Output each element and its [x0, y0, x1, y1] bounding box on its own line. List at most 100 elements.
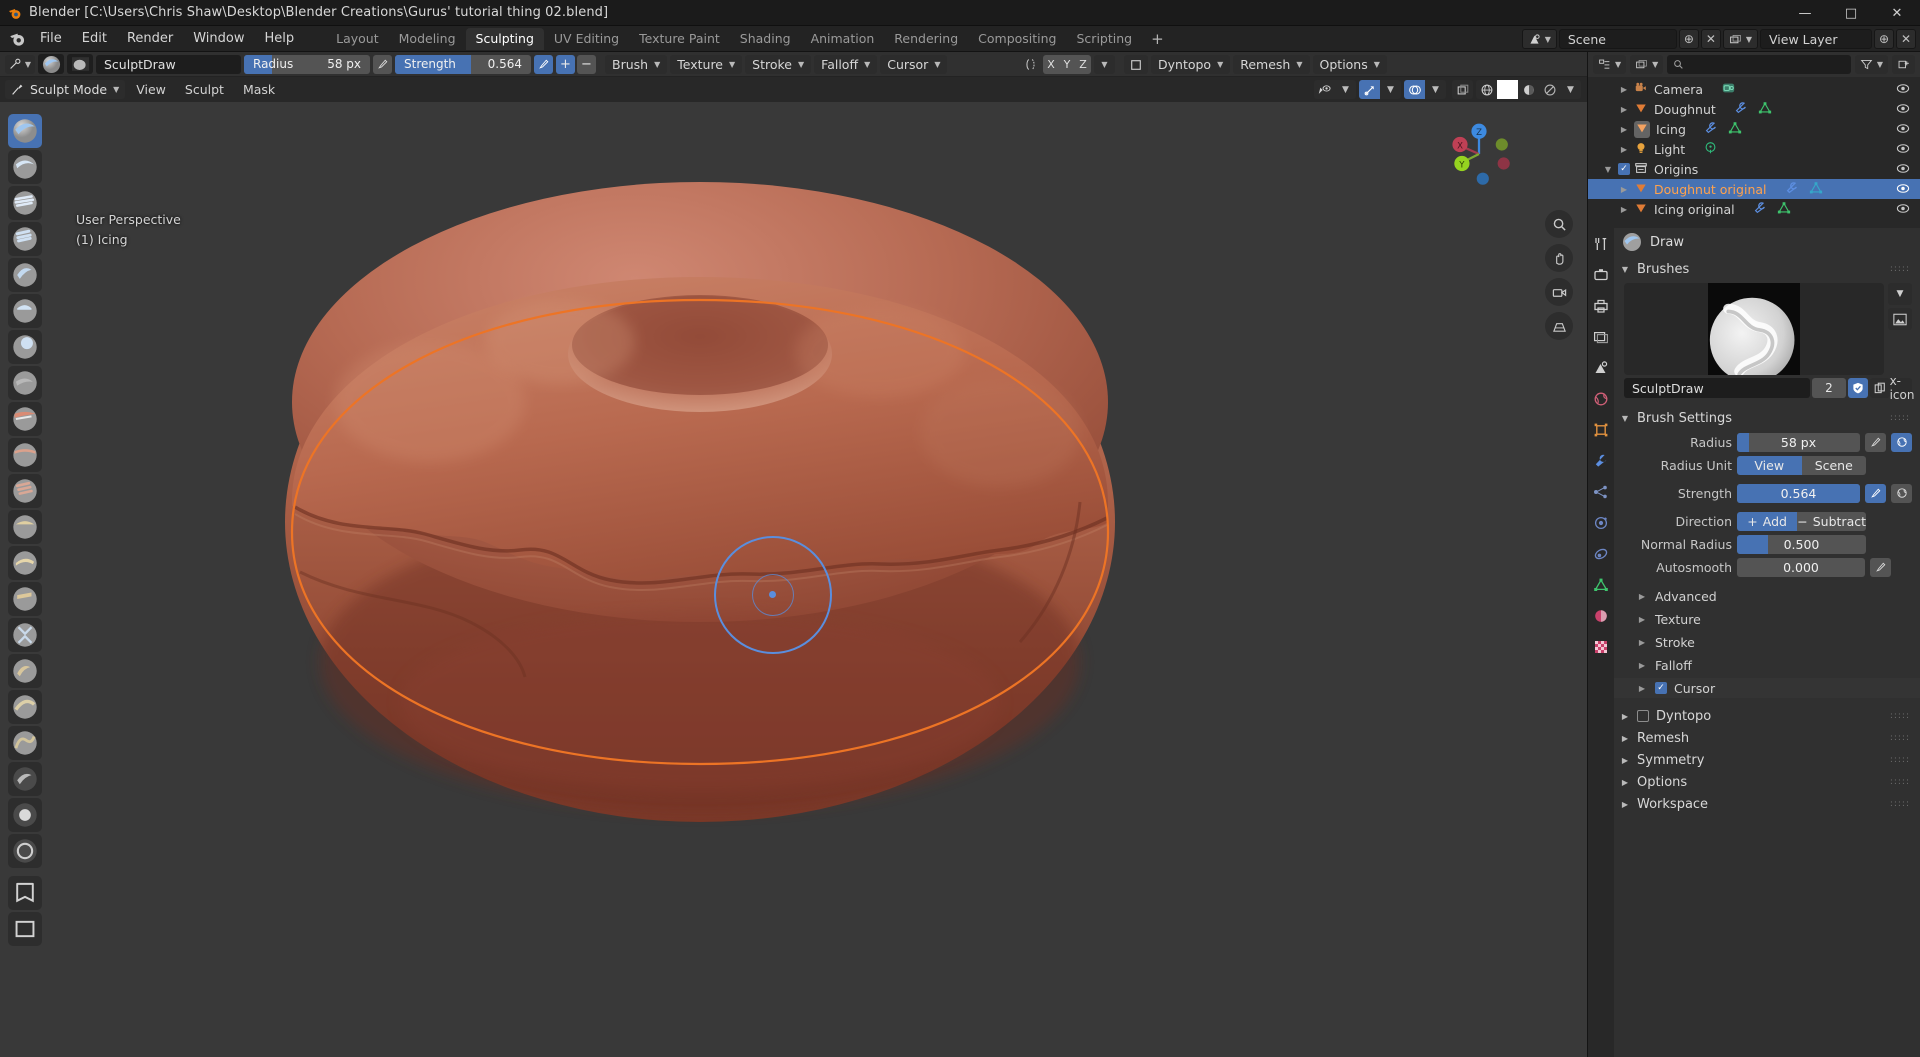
outliner-row-icing-original[interactable]: ▶ Icing original [1588, 199, 1920, 219]
remove-viewlayer-button[interactable]: ✕ [1896, 29, 1916, 49]
tool-grab[interactable] [8, 654, 42, 688]
panel-header-options[interactable]: ▶ Options ::::: [1614, 771, 1920, 793]
radius-pressure-toggle[interactable] [373, 54, 392, 74]
visibility-eye-icon[interactable] [1896, 142, 1910, 157]
menu-render[interactable]: Render [118, 29, 182, 49]
expand-triangle-icon[interactable]: ▶ [1618, 125, 1630, 134]
properties-tab-texture[interactable] [1591, 637, 1611, 657]
strength-unified-toggle[interactable] [1891, 483, 1912, 503]
radius-slider[interactable]: Radius 58 px [244, 54, 370, 74]
xray-icon[interactable] [1452, 80, 1473, 99]
tool-draw-sharp[interactable] [8, 150, 42, 184]
brush-name-field[interactable]: SculptDraw [1624, 378, 1810, 398]
outliner-display-mode-dropdown[interactable]: ▼ [1630, 55, 1664, 74]
unlink-scene-button[interactable]: ✕ [1700, 29, 1721, 49]
viewport-menu-sculpt[interactable]: Sculpt [177, 80, 232, 99]
autosmooth-pressure-toggle[interactable] [1870, 557, 1891, 577]
properties-tab-particles[interactable] [1591, 482, 1611, 502]
strength-pressure-toggle[interactable] [534, 54, 553, 74]
outliner-filter-dropdown[interactable]: ▼ [1854, 55, 1888, 74]
strength-slider[interactable]: 0.564 [1737, 483, 1860, 503]
tool-fill[interactable] [8, 510, 42, 544]
falloff-menu-dropdown[interactable]: Falloff ▼ [814, 54, 878, 74]
tool-clay-strips[interactable] [8, 222, 42, 256]
overlays-chevron-down-icon[interactable]: ▼ [1425, 80, 1446, 99]
viewlayer-browse-dropdown[interactable]: ▼ [1722, 29, 1758, 49]
light-data-badge-icon[interactable] [1703, 141, 1718, 158]
brush-texture-thumb[interactable] [67, 54, 93, 74]
panel-header-brush-settings[interactable]: ▼ Brush Settings ::::: [1614, 407, 1920, 429]
toggle-perspective-button[interactable] [1545, 312, 1573, 340]
shading-chevron-down-icon[interactable]: ▼ [1560, 80, 1581, 99]
mesh-data-badge-icon[interactable] [1758, 101, 1772, 118]
visibility-eye-icon[interactable] [1896, 82, 1910, 97]
direction-subtract-button[interactable]: − Subtract [1797, 511, 1866, 531]
panel-header-workspace[interactable]: ▶ Workspace ::::: [1614, 793, 1920, 815]
direction-add-button[interactable]: + Add [1737, 511, 1798, 531]
outliner-row-origins[interactable]: ▼ ✓ Origins [1588, 159, 1920, 179]
outliner-search-input[interactable] [1667, 55, 1851, 74]
panel-header-dyntopo[interactable]: ▶ Dyntopo ::::: [1614, 705, 1920, 727]
tool-thumb[interactable] [8, 762, 42, 796]
subpanel-falloff[interactable]: ▶ Falloff [1614, 655, 1920, 675]
tool-nudge[interactable] [8, 834, 42, 868]
brush-menu-dropdown[interactable]: Brush ▼ [605, 54, 668, 74]
tool-pinch[interactable] [8, 618, 42, 652]
visibility-eye-icon[interactable] [1896, 122, 1910, 137]
menu-file[interactable]: File [31, 29, 71, 49]
dyntopo-checkbox[interactable] [1637, 710, 1649, 722]
symmetry-axis-x[interactable]: X [1043, 55, 1059, 74]
camera-view-button[interactable] [1545, 278, 1573, 306]
subpanel-advanced[interactable]: ▶ Advanced [1614, 586, 1920, 606]
visibility-eye-icon[interactable] [1896, 202, 1910, 217]
properties-tab-object[interactable] [1591, 420, 1611, 440]
tool-multiplane-scrape[interactable] [8, 582, 42, 616]
brush-preview-grid[interactable] [1624, 283, 1884, 375]
dyntopo-dropdown[interactable]: Dyntopo ▼ [1151, 55, 1231, 74]
add-workspace-button[interactable]: + [1142, 30, 1173, 48]
panel-header-symmetry[interactable]: ▶ Symmetry ::::: [1614, 749, 1920, 771]
tool-elastic-deform[interactable] [8, 690, 42, 724]
workspace-tab-shading[interactable]: Shading [730, 28, 801, 50]
direction-add-button[interactable]: + [556, 54, 575, 74]
properties-tab-modifiers[interactable] [1591, 451, 1611, 471]
subpanel-stroke[interactable]: ▶ Stroke [1614, 632, 1920, 652]
strength-pressure-toggle[interactable] [1865, 483, 1886, 503]
duplicate-brush-button[interactable] [1870, 378, 1890, 398]
expand-triangle-icon[interactable]: ▶ [1618, 145, 1630, 154]
brush-preview-image-button[interactable] [1888, 308, 1912, 330]
outliner-row-doughnut-original[interactable]: ▶ Doughnut original [1588, 179, 1920, 199]
outliner-row-doughnut[interactable]: ▶ Doughnut [1588, 99, 1920, 119]
tool-pose[interactable] [8, 798, 42, 832]
navigation-gizmo[interactable]: Z X Y [1441, 116, 1517, 192]
tiling-toggle[interactable] [1124, 55, 1148, 74]
strength-slider[interactable]: Strength 0.564 [395, 54, 531, 74]
brush-preview-thumb[interactable] [38, 54, 64, 74]
expand-triangle-icon[interactable]: ▶ [1618, 105, 1630, 114]
properties-tab-view-layer[interactable] [1591, 327, 1611, 347]
collapse-triangle-icon[interactable]: ▼ [1602, 165, 1614, 174]
shading-rendered-icon[interactable] [1539, 80, 1560, 99]
properties-tab-physics[interactable] [1591, 513, 1611, 533]
visibility-eye-icon[interactable] [1896, 162, 1910, 177]
workspace-tab-sculpting[interactable]: Sculpting [465, 27, 544, 50]
tool-scrape[interactable] [8, 546, 42, 580]
symmetry-extra-dropdown[interactable]: ▼ [1094, 55, 1115, 74]
autosmooth-slider[interactable]: 0.000 [1737, 557, 1865, 577]
workspace-tab-uv-editing[interactable]: UV Editing [544, 28, 629, 50]
visibility-chevron-down-icon[interactable]: ▼ [1335, 80, 1356, 99]
outliner-new-collection-button[interactable] [1892, 55, 1915, 74]
menu-window[interactable]: Window [184, 29, 253, 49]
workspace-tab-scripting[interactable]: Scripting [1067, 28, 1143, 50]
expand-triangle-icon[interactable]: ▶ [1618, 205, 1630, 214]
stroke-menu-dropdown[interactable]: Stroke ▼ [745, 54, 812, 74]
outliner-editor-type-dropdown[interactable]: ▼ [1593, 55, 1627, 74]
gizmo-toggle-icon[interactable] [1359, 80, 1380, 99]
active-tool-icon[interactable]: ▼ [5, 54, 35, 74]
properties-tab-material[interactable] [1591, 606, 1611, 626]
viewlayer-name-field[interactable]: View Layer [1760, 29, 1872, 49]
properties-tab-constraints[interactable] [1591, 544, 1611, 564]
properties-tab-tool[interactable] [1591, 234, 1611, 254]
scene-name-field[interactable]: Scene [1558, 29, 1677, 49]
mesh-data-badge-icon[interactable] [1728, 121, 1742, 138]
